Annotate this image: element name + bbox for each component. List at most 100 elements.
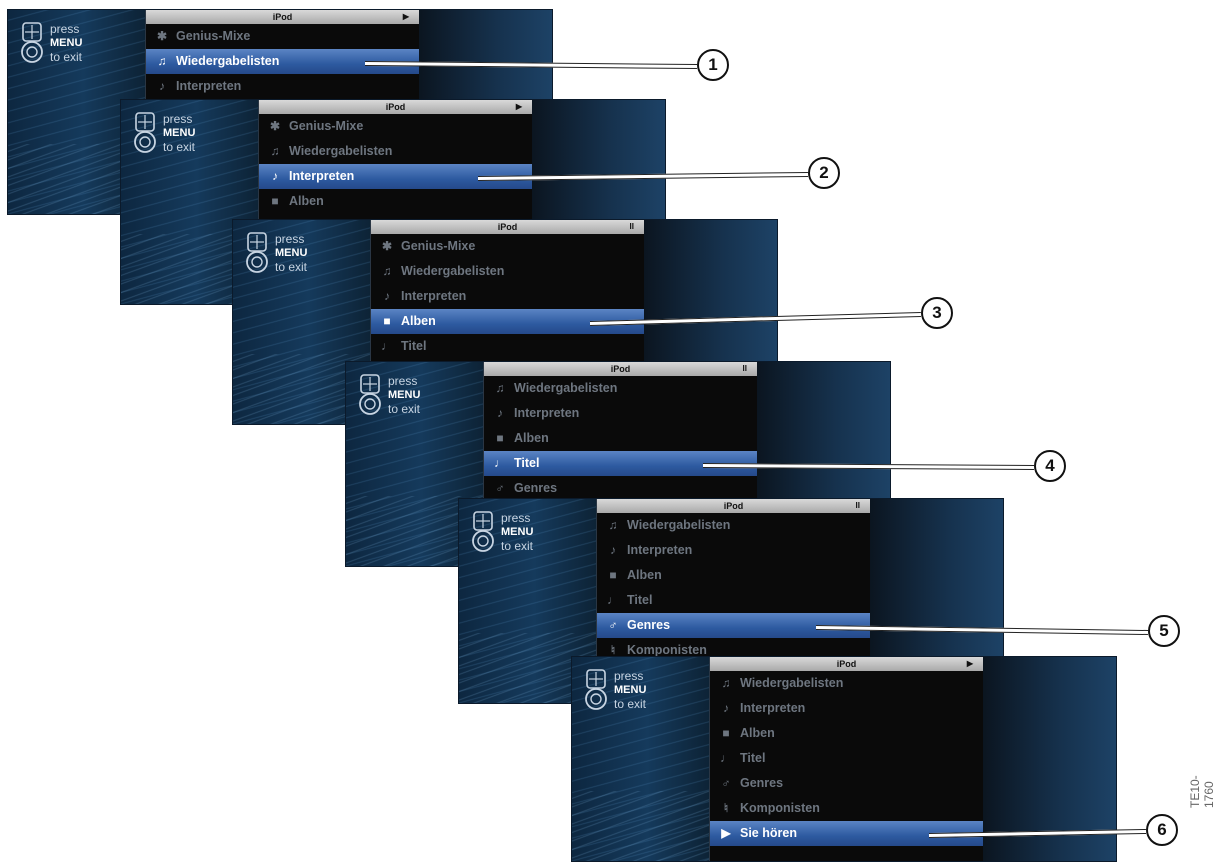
- genre-icon: ♂: [608, 618, 618, 632]
- menu-list: ✱ Genius-Mixe ♫ Wiedergabelisten ♪ Interprete…: [371, 234, 644, 359]
- menu-header: iPod II: [597, 499, 870, 513]
- controller-knob-icon: [472, 511, 494, 552]
- callout-number: 6: [1146, 814, 1178, 846]
- menu-item[interactable]: ♂ Genres: [484, 476, 757, 501]
- menu-item-label: Interpreten: [289, 169, 355, 183]
- playlist-icon: ♫: [382, 264, 392, 278]
- genius-icon: ✱: [381, 239, 393, 253]
- callout-number: 3: [921, 297, 953, 329]
- menu-item[interactable]: ■ Alben: [597, 563, 870, 588]
- menu-item[interactable]: ✱ Genius-Mixe: [146, 24, 419, 49]
- hint-exit: to exit: [388, 402, 421, 416]
- menu-title: iPod: [836, 659, 857, 669]
- callout-number: 1: [697, 49, 729, 81]
- menu-item-label: Alben: [401, 314, 436, 328]
- controller-knob-icon: [134, 112, 156, 153]
- artist-icon: ♪: [610, 543, 616, 557]
- hint-menu: MENU: [501, 526, 534, 538]
- menu-item[interactable]: ♮ Komponisten: [710, 796, 983, 821]
- menu-title: iPod: [610, 364, 631, 374]
- menu-item[interactable]: ♪ Interpreten: [710, 696, 983, 721]
- menu-header: iPod ▶: [259, 100, 532, 114]
- menu-item-label: Titel: [514, 456, 540, 470]
- playlist-icon: ♫: [495, 381, 505, 395]
- menu-title: iPod: [723, 501, 744, 511]
- hint-exit: to exit: [275, 260, 308, 274]
- hint-exit: to exit: [163, 140, 196, 154]
- controller-knob-icon: [246, 232, 268, 273]
- menu-item[interactable]: ■ Alben: [259, 189, 532, 214]
- playback-status-icon: ▶: [966, 659, 973, 668]
- menu-item[interactable]: ■ Alben: [484, 426, 757, 451]
- menu-item[interactable]: ♫ Wiedergabelisten: [597, 513, 870, 538]
- menu-item-label: Alben: [289, 194, 324, 208]
- menu-item[interactable]: ✱ Genius-Mixe: [259, 114, 532, 139]
- menu-item-label: Alben: [740, 726, 775, 740]
- menu-item[interactable]: ♫ Wiedergabelisten: [484, 376, 757, 401]
- controller-knob-icon: [585, 669, 607, 710]
- menu-item-label: Wiedergabelisten: [740, 676, 844, 690]
- hint-menu: MENU: [50, 37, 83, 49]
- playlist-icon: ♫: [721, 676, 731, 690]
- menu-item-label: Wiedergabelisten: [176, 54, 280, 68]
- menu-item[interactable]: ♪ Interpreten: [146, 74, 419, 99]
- hint-menu: MENU: [614, 684, 647, 696]
- menu-item[interactable]: ♫ Wiedergabelisten: [710, 671, 983, 696]
- menu-item-label: Wiedergabelisten: [289, 144, 393, 158]
- menu-item-label: Sie hören: [740, 826, 797, 840]
- album-icon: ■: [609, 568, 617, 582]
- hint-press: press: [501, 511, 531, 525]
- album-icon: ■: [271, 194, 279, 208]
- menu-item[interactable]: ♩ Titel: [597, 588, 870, 613]
- menu-item-label: Genius-Mixe: [176, 29, 251, 43]
- menu-item[interactable]: ■ Alben: [710, 721, 983, 746]
- menu-item-label: Interpreten: [627, 543, 693, 557]
- artist-icon: ♪: [272, 169, 278, 183]
- exit-hint: press MENU to exit: [163, 112, 195, 154]
- genre-icon: ♂: [495, 481, 505, 495]
- genius-icon: ✱: [269, 119, 281, 133]
- playback-status-icon: II: [855, 501, 860, 510]
- hint-menu: MENU: [275, 247, 308, 259]
- exit-hint: press MENU to exit: [614, 669, 646, 711]
- controller-knob-icon: [359, 374, 381, 415]
- menu-item-label: Komponisten: [627, 643, 707, 657]
- menu-item[interactable]: ♂ Genres: [710, 771, 983, 796]
- menu-item[interactable]: ♪ Interpreten: [597, 538, 870, 563]
- title-icon: ♩: [720, 751, 732, 765]
- hint-press: press: [50, 22, 80, 36]
- menu-item[interactable]: ♪ Interpreten: [371, 284, 644, 309]
- menu-header: iPod ▶: [710, 657, 983, 671]
- album-icon: ■: [722, 726, 730, 740]
- artist-icon: ♪: [723, 701, 729, 715]
- menu-item[interactable]: ♩ Titel: [371, 334, 644, 359]
- exit-hint: press MENU to exit: [275, 232, 307, 274]
- menu-item[interactable]: ♫ Wiedergabelisten: [259, 139, 532, 164]
- menu-item[interactable]: ♫ Wiedergabelisten: [371, 259, 644, 284]
- hint-exit: to exit: [614, 697, 647, 711]
- menu-item-label: Genres: [740, 776, 784, 790]
- playlist-icon: ♫: [157, 54, 167, 68]
- hint-menu: MENU: [163, 127, 196, 139]
- hint-press: press: [163, 112, 193, 126]
- menu-item[interactable]: ♪ Interpreten: [484, 401, 757, 426]
- menu-item-label: Interpreten: [740, 701, 806, 715]
- menu-title: iPod: [497, 222, 518, 232]
- artist-icon: ♪: [497, 406, 503, 420]
- menu-item-label: Wiedergabelisten: [627, 518, 731, 532]
- controller-knob-icon: [21, 22, 43, 63]
- genius-icon: ✱: [156, 29, 168, 43]
- menu-item[interactable]: ♩ Titel: [710, 746, 983, 771]
- menu-item-label: Alben: [514, 431, 549, 445]
- callout-number: 2: [808, 157, 840, 189]
- menu-header: iPod II: [484, 362, 757, 376]
- exit-hint: press MENU to exit: [388, 374, 420, 416]
- title-icon: ♩: [494, 456, 506, 470]
- menu-item[interactable]: ✱ Genius-Mixe: [371, 234, 644, 259]
- menu-item-label: Wiedergabelisten: [514, 381, 618, 395]
- playback-status-icon: ▶: [515, 102, 522, 111]
- menu-item-label: Genres: [514, 481, 558, 495]
- menu-item-label: Genres: [627, 618, 671, 632]
- menu-item-label: Titel: [627, 593, 653, 607]
- menu-list: ♫ Wiedergabelisten ♪ Interpreten ■ Alben ♩ Tite…: [597, 513, 870, 663]
